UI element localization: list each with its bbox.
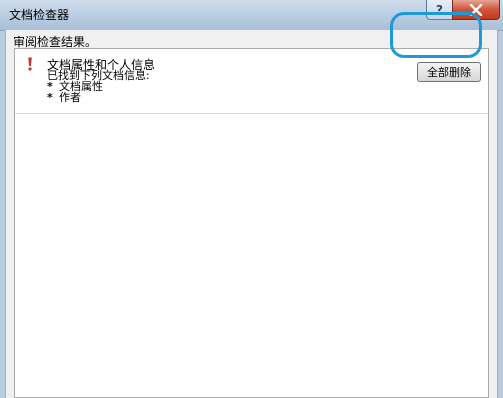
close-button[interactable] <box>452 0 500 20</box>
close-icon <box>469 3 483 16</box>
result-item-document-properties: 文档属性和个人信息 已找到下列文档信息: * 文档属性 * 作者 全部删除 <box>15 49 488 114</box>
remove-all-button[interactable]: 全部删除 <box>417 62 481 82</box>
result-list-item: * 作者 <box>47 92 81 103</box>
help-button[interactable]: ? <box>426 0 453 20</box>
results-list[interactable]: 文档属性和个人信息 已找到下列文档信息: * 文档属性 * 作者 全部删除 <box>14 48 489 398</box>
result-list-item-text: 作者 <box>59 91 81 104</box>
help-icon: ? <box>436 2 443 17</box>
window-title: 文档检查器 <box>9 8 70 22</box>
dialog-body: 审阅检查结果。 文档属性和个人信息 已找到下列文档信息: * 文档属性 * 作者 全… <box>5 30 498 398</box>
warning-exclamation-icon <box>28 57 32 71</box>
title-bar: 文档检查器 ? <box>0 0 503 31</box>
bullet: * <box>47 91 53 104</box>
